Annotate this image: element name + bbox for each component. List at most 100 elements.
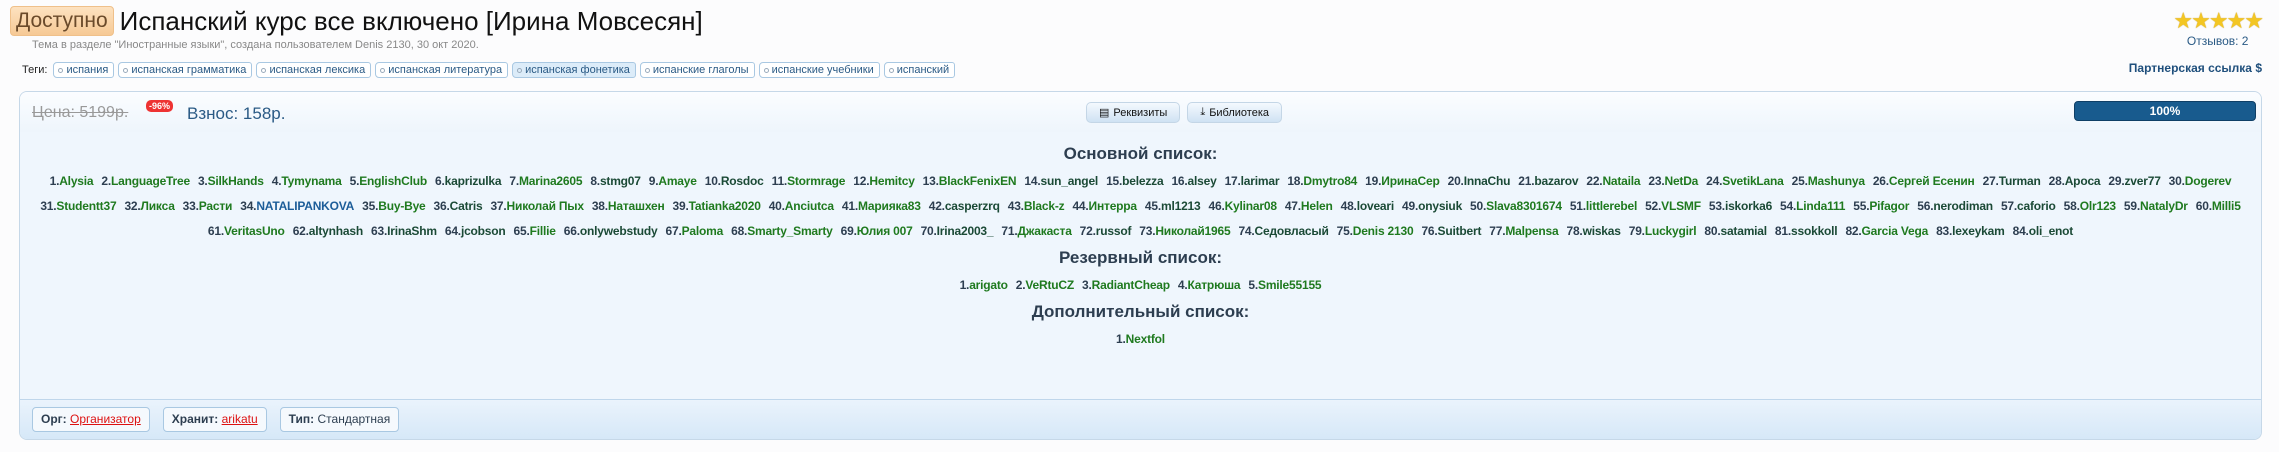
user-link[interactable]: EnglishClub <box>359 174 427 188</box>
user-link[interactable]: kaprizulka <box>445 174 502 188</box>
user-link[interactable]: Николай1965 <box>1155 224 1230 238</box>
user-link[interactable]: Smarty_Smarty <box>747 224 833 238</box>
user-link[interactable]: Slava8301674 <box>1486 199 1562 213</box>
user-link[interactable]: Катрюша <box>1188 278 1241 292</box>
reviews-count[interactable]: Отзывов: 2 <box>2173 34 2262 48</box>
user-link[interactable]: Black-z <box>1024 199 1065 213</box>
user-link[interactable]: InnaChu <box>1464 174 1511 188</box>
user-link[interactable]: larimar <box>1241 174 1280 188</box>
user-link[interactable]: iskorka6 <box>1725 199 1772 213</box>
user-link[interactable]: Malpensa <box>1505 224 1558 238</box>
user-link[interactable]: russof <box>1096 224 1132 238</box>
user-link[interactable]: VLSMF <box>1661 199 1701 213</box>
user-link[interactable]: Kylinar08 <box>1225 199 1277 213</box>
user-link[interactable]: alsey <box>1188 174 1217 188</box>
user-link[interactable]: Smile55155 <box>1258 278 1322 292</box>
user-link[interactable]: onlywebstudy <box>580 224 658 238</box>
user-link[interactable]: Dmytro84 <box>1303 174 1357 188</box>
user-link[interactable]: casperzrq <box>945 199 1000 213</box>
user-link[interactable]: Stormrage <box>787 174 845 188</box>
user-link[interactable]: oli_enot <box>2029 224 2074 238</box>
user-link[interactable]: Fillie <box>530 224 556 238</box>
user-link[interactable]: sun_angel <box>1041 174 1099 188</box>
user-link[interactable]: Anciutca <box>785 199 834 213</box>
user-link[interactable]: BlackFenixEN <box>939 174 1017 188</box>
tag[interactable]: испанские глаголы <box>639 62 755 78</box>
user-link[interactable]: Denis 2130 <box>1353 224 1414 238</box>
user-link[interactable]: Alysia <box>59 174 93 188</box>
user-link[interactable]: Марияка83 <box>858 199 921 213</box>
user-link[interactable]: Ликса <box>141 199 175 213</box>
tag[interactable]: испанская фонетика <box>512 62 636 78</box>
user-link[interactable]: NatalyDr <box>2140 199 2188 213</box>
user-link[interactable]: SvetikLana <box>1722 174 1784 188</box>
user-link[interactable]: satamial <box>1720 224 1767 238</box>
user-link[interactable]: Джакаста <box>1017 224 1071 238</box>
user-link[interactable]: Hemitcy <box>869 174 914 188</box>
user-link[interactable]: Luckygirl <box>1645 224 1697 238</box>
user-link[interactable]: Marina2605 <box>519 174 583 188</box>
user-link[interactable]: Paloma <box>682 224 724 238</box>
user-link[interactable]: Tatianka2020 <box>689 199 761 213</box>
user-link[interactable]: ml1213 <box>1161 199 1201 213</box>
requisites-button[interactable]: ▤ Реквизиты <box>1086 102 1181 123</box>
tag[interactable]: испанский <box>883 62 956 78</box>
user-link[interactable]: Apoca <box>2065 174 2101 188</box>
keeper-link[interactable]: arikatu <box>222 412 258 426</box>
user-link[interactable]: Юлия 007 <box>857 224 913 238</box>
tag[interactable]: испанская литература <box>375 62 509 78</box>
user-link[interactable]: Olr123 <box>2080 199 2116 213</box>
user-link[interactable]: nerodiman <box>1933 199 1993 213</box>
user-link[interactable]: NetDa <box>1664 174 1698 188</box>
user-link[interactable]: wiskas <box>1583 224 1621 238</box>
user-link[interactable]: Garcia Vega <box>1862 224 1929 238</box>
user-link[interactable]: Dogerev <box>2185 174 2232 188</box>
user-link[interactable]: VeritasUno <box>224 224 285 238</box>
tag[interactable]: испанские учебники <box>758 62 880 78</box>
user-link[interactable]: caforio <box>2017 199 2056 213</box>
user-link[interactable]: Nataila <box>1602 174 1640 188</box>
user-link[interactable]: arigato <box>969 278 1008 292</box>
partner-link[interactable]: Партнерская ссылка $ <box>2129 61 2262 75</box>
user-link[interactable]: jcobson <box>461 224 506 238</box>
user-link[interactable]: VeRtuCZ <box>1025 278 1074 292</box>
user-link[interactable]: altynhash <box>309 224 363 238</box>
user-link[interactable]: Suitbert <box>1438 224 1482 238</box>
user-link[interactable]: Седовласый <box>1255 224 1329 238</box>
user-link[interactable]: lexeykam <box>1952 224 2005 238</box>
user-link[interactable]: Rosdoc <box>721 174 764 188</box>
user-link[interactable]: Николай Пых <box>507 199 584 213</box>
user-link[interactable]: Turman <box>1999 174 2041 188</box>
organizer-link[interactable]: Организатор <box>70 412 141 426</box>
user-link[interactable]: ssokkoll <box>1791 224 1838 238</box>
user-link[interactable]: Интерра <box>1089 199 1138 213</box>
user-link[interactable]: onysiuk <box>1418 199 1462 213</box>
user-link[interactable]: LanguageTree <box>111 174 190 188</box>
user-link[interactable]: littlerebel <box>1586 199 1637 213</box>
tag[interactable]: испанская грамматика <box>118 62 253 78</box>
user-link[interactable]: Helen <box>1301 199 1333 213</box>
user-link[interactable]: Linda111 <box>1796 199 1845 213</box>
user-link[interactable]: Pifagor <box>1869 199 1909 213</box>
user-link[interactable]: RadiantCheap <box>1092 278 1170 292</box>
user-link[interactable]: Studentt37 <box>56 199 116 213</box>
user-link[interactable]: ИринаСер <box>1381 174 1440 188</box>
user-link[interactable]: Tymynama <box>281 174 341 188</box>
user-link[interactable]: Catris <box>450 199 483 213</box>
user-link[interactable]: Nextfol <box>1126 332 1165 346</box>
user-link[interactable]: IrinaShm <box>387 224 437 238</box>
user-link[interactable]: Milli5 <box>2212 199 2241 213</box>
tag[interactable]: испания <box>53 62 115 78</box>
user-link[interactable]: Irina2003_ <box>937 224 994 238</box>
user-link[interactable]: Mashunya <box>1808 174 1865 188</box>
library-button[interactable]: ⤓ Библиотека <box>1187 102 1282 123</box>
user-link[interactable]: NATALIPANKOVA <box>256 199 354 213</box>
tag[interactable]: испанская лексика <box>256 62 372 78</box>
user-link[interactable]: loveari <box>1357 199 1394 213</box>
user-link[interactable]: bazarov <box>1534 174 1578 188</box>
user-link[interactable]: Расти <box>199 199 233 213</box>
stars-icon[interactable]: ★★★★★ <box>2173 8 2264 34</box>
user-link[interactable]: belezza <box>1122 174 1163 188</box>
user-link[interactable]: Наташхен <box>608 199 665 213</box>
user-link[interactable]: stmg07 <box>600 174 641 188</box>
